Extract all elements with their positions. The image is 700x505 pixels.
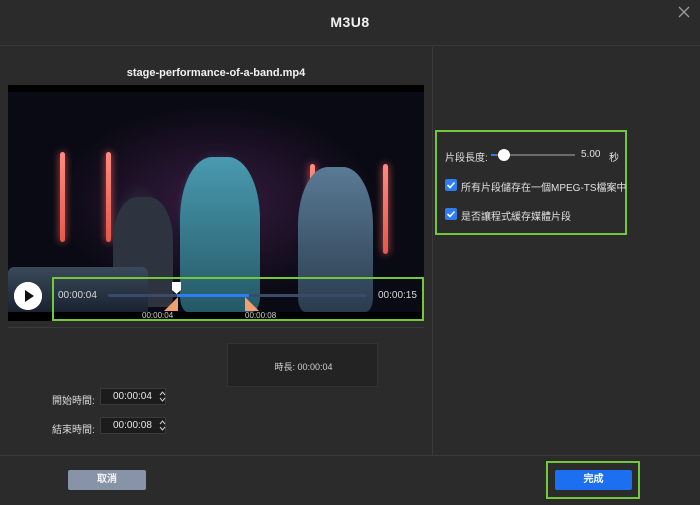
cancel-button[interactable]: 取消 xyxy=(68,470,146,490)
check-icon xyxy=(446,210,456,218)
start-time-spinner[interactable] xyxy=(158,388,167,405)
end-time-spinner[interactable] xyxy=(158,417,167,434)
start-time-input[interactable]: 00:00:04 xyxy=(100,388,166,405)
checkbox-label: 所有片段儲存在一個MPEG-TS檔案中 xyxy=(461,183,627,194)
duration-panel: 時長: 00:00:04 xyxy=(227,343,378,387)
stage-light xyxy=(60,152,65,242)
checkbox-label: 是否讓程式緩存媒體片段 xyxy=(461,212,571,223)
start-time-label: 開始時間: xyxy=(52,396,95,407)
end-time-label: 結束時間: xyxy=(52,425,95,436)
check-icon xyxy=(446,181,456,189)
play-button[interactable] xyxy=(14,282,42,310)
window-title: M3U8 xyxy=(330,14,370,30)
checkbox-checked[interactable] xyxy=(445,179,457,191)
cache-segments-checkbox[interactable]: 是否讓程式緩存媒體片段 xyxy=(445,208,625,223)
spinner-icon xyxy=(159,420,166,431)
playhead-marker[interactable] xyxy=(171,281,182,294)
trim-start-handle-label: 00:00:04 xyxy=(142,311,174,320)
close-button[interactable] xyxy=(676,4,692,20)
done-button[interactable]: 完成 xyxy=(555,470,632,490)
playhead-icon xyxy=(172,282,181,294)
trim-start-handle[interactable] xyxy=(164,297,178,311)
trim-end-handle-label: 00:00:08 xyxy=(245,311,277,320)
segment-length-slider-fill xyxy=(491,154,496,156)
settings-panel: 片段長度: 5.00 秒 所有片段儲存在一個MPEG-TS檔案中 是否讓程式緩存… xyxy=(433,47,700,455)
stage-light xyxy=(383,164,388,254)
segment-length-unit: 秒 xyxy=(609,153,619,164)
timeline-highlight xyxy=(52,277,424,321)
spinner-icon xyxy=(159,391,166,402)
video-filename: stage-performance-of-a-band.mp4 xyxy=(126,67,306,79)
close-icon xyxy=(678,6,690,18)
single-ts-file-checkbox[interactable]: 所有片段儲存在一個MPEG-TS檔案中 xyxy=(445,179,627,194)
handle-icon xyxy=(164,297,178,311)
timeline-selection xyxy=(177,294,249,297)
segment-length-label: 片段長度: xyxy=(445,153,488,164)
handle-icon xyxy=(245,297,259,311)
stage-light xyxy=(106,152,111,242)
play-icon xyxy=(14,282,42,310)
title-bar: M3U8 xyxy=(0,0,700,46)
divider xyxy=(8,327,424,328)
total-time: 00:00:15 xyxy=(378,290,417,301)
current-time: 00:00:04 xyxy=(58,290,97,301)
segment-length-value: 5.00 xyxy=(581,149,601,160)
checkbox-checked[interactable] xyxy=(445,208,457,220)
end-time-input[interactable]: 00:00:08 xyxy=(100,417,166,434)
duration-text: 時長: 00:00:04 xyxy=(274,362,333,372)
trim-end-handle[interactable] xyxy=(245,297,259,311)
footer-bar: 取消 完成 xyxy=(0,455,700,505)
